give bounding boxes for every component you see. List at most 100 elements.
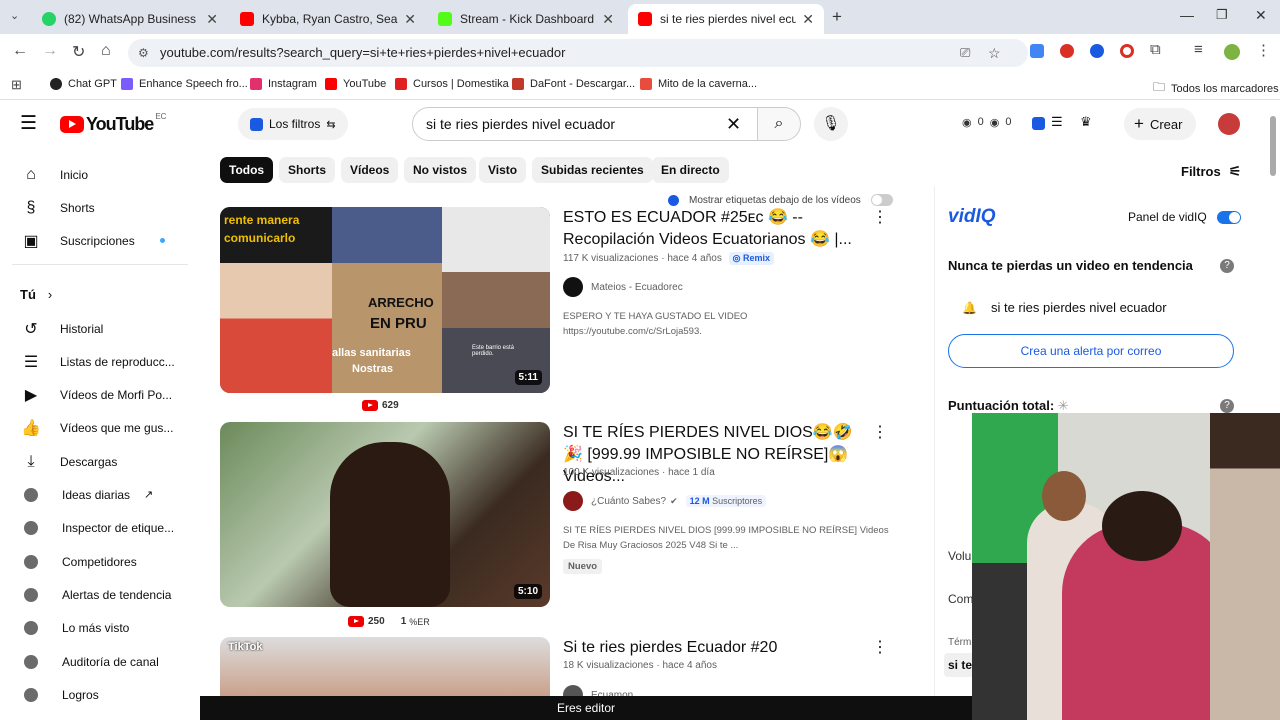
menu-icon[interactable]: ⋮ xyxy=(1256,41,1271,59)
window-close-icon[interactable]: ✕ xyxy=(1255,7,1267,24)
sliders-icon: ⚟ xyxy=(1228,163,1242,179)
apps-grid-icon[interactable]: ⊞ xyxy=(11,77,22,93)
video-title[interactable]: ESTO ES ECUADOR #25ᴇᴄ 😂 -- Recopilación … xyxy=(563,207,863,251)
sidebar-item-shorts[interactable]: § Shorts xyxy=(0,191,200,224)
sidebar-item-competidores[interactable]: Competidores xyxy=(0,545,200,578)
sidebar-item-lo-mas-visto[interactable]: Lo más visto xyxy=(0,611,200,644)
tab-youtube-search[interactable]: si te ries pierdes nivel ecuador ✕ xyxy=(628,4,824,34)
panel-toggle[interactable] xyxy=(1216,210,1241,224)
sidebar-item-inicio[interactable]: ⌂ Inicio xyxy=(0,158,200,191)
more-options-icon[interactable]: ⋮ xyxy=(872,637,888,657)
chip-visto[interactable]: Visto xyxy=(479,157,527,183)
new-tab-icon[interactable]: + xyxy=(832,7,842,27)
sidebar-item-historial[interactable]: ↺ Historial xyxy=(0,312,200,345)
sidebar-item-suscripciones[interactable]: ▣ Suscripciones xyxy=(0,224,200,257)
plus-icon: + xyxy=(1134,114,1144,133)
chip-en-directo[interactable]: En directo xyxy=(652,157,729,183)
search-button[interactable]: ⌕ xyxy=(757,107,801,141)
sidebar-item-label: Historial xyxy=(60,321,104,336)
sidebar-item-alertas[interactable]: Alertas de tendencia xyxy=(0,578,200,611)
forward-icon[interactable]: → xyxy=(42,42,58,60)
reload-icon[interactable]: ↻ xyxy=(72,42,85,62)
youtube-logo[interactable]: YouTube EC xyxy=(60,112,166,135)
video-title[interactable]: Si te ries pierdes Ecuador #20 xyxy=(563,637,863,659)
filters-button[interactable]: Los filtros ⇆ xyxy=(238,108,348,140)
video-thumbnail[interactable]: rente manera comunicarlo ARRECHO EN PRU … xyxy=(220,207,550,393)
scrollbar-thumb[interactable] xyxy=(1270,116,1276,176)
chip-videos[interactable]: Vídeos xyxy=(341,157,399,183)
bookmark-youtube[interactable]: YouTube xyxy=(325,78,386,90)
extension-icon[interactable] xyxy=(1060,44,1074,58)
bookmark-mito[interactable]: Mito de la caverna... xyxy=(640,78,757,90)
video-thumbnail[interactable]: TikTok xyxy=(220,637,550,697)
channel-link[interactable]: Mateios - Ecuadorec xyxy=(563,277,683,297)
close-icon[interactable]: ✕ xyxy=(802,11,814,28)
video-title[interactable]: SI TE RÍES PIERDES NIVEL DIOS😂🤣🎉 [999.99… xyxy=(563,422,863,488)
avatar[interactable] xyxy=(1224,44,1240,60)
tab-music[interactable]: Kybba, Ryan Castro, Sean Paul & ✕ xyxy=(230,4,426,34)
chip-shorts[interactable]: Shorts xyxy=(279,157,336,183)
sidebar-item-listas[interactable]: ☰ Listas de reproducc... xyxy=(0,345,200,378)
bookmark-enhance-speech[interactable]: Enhance Speech fro... xyxy=(121,78,248,90)
dafont-icon xyxy=(512,78,524,90)
show-tags-toggle[interactable] xyxy=(870,194,893,206)
more-options-icon[interactable]: ⋮ xyxy=(872,422,888,442)
translate-icon[interactable] xyxy=(1030,44,1044,58)
site-info-icon[interactable]: ⚙ xyxy=(138,39,149,67)
minimize-icon[interactable]: — xyxy=(1180,7,1194,23)
all-bookmarks[interactable]: 🗀 Todos los marcadores xyxy=(1153,78,1279,99)
tab-whatsapp[interactable]: (82) WhatsApp Business ✕ xyxy=(32,4,228,34)
search-input[interactable]: si te ries pierdes nivel ecuador ✕ xyxy=(412,107,758,141)
trend-keyword: si te ries pierdes nivel ecuador xyxy=(990,300,1167,315)
help-icon[interactable]: ? xyxy=(1220,399,1234,413)
hamburger-menu-icon[interactable]: ☰ xyxy=(20,112,37,135)
clear-search-icon[interactable]: ✕ xyxy=(726,108,741,140)
sidebar-item-ideas-diarias[interactable]: Ideas diarias ↗ xyxy=(0,478,200,511)
sidebar-you-header[interactable]: Tú › xyxy=(0,278,200,311)
help-icon[interactable]: ? xyxy=(1220,259,1234,273)
sidebar-item-inspector[interactable]: Inspector de etique... xyxy=(0,511,200,544)
email-alert-button[interactable]: Crea una alerta por correo xyxy=(948,334,1234,368)
create-button[interactable]: + Crear xyxy=(1124,108,1196,140)
home-icon[interactable]: ⌂ xyxy=(101,42,111,60)
sidebar-item-liked[interactable]: 👍 Vídeos que me gus... xyxy=(0,411,200,444)
channel-link[interactable]: ¿Cuánto Sabes? ✔ 12 M Suscriptores xyxy=(563,491,767,511)
sidebar-item-logros[interactable]: Logros xyxy=(0,678,200,711)
bookmark-chatgpt[interactable]: Chat GPT xyxy=(50,78,117,90)
voice-search-button[interactable]: 🎙 xyxy=(814,107,848,141)
trophy-icon[interactable]: ♛ xyxy=(1080,114,1092,130)
score-value: 629 xyxy=(382,400,399,411)
puzzle-icon[interactable]: ⧉ xyxy=(1150,41,1161,58)
close-icon[interactable]: ✕ xyxy=(404,11,416,28)
sidebar-item-auditoria[interactable]: Auditoría de canal xyxy=(0,645,200,678)
bookmark-star-icon[interactable]: ☆ xyxy=(988,39,1001,67)
back-icon[interactable]: ← xyxy=(12,42,28,60)
tab-kick[interactable]: Stream - Kick Dashboard ✕ xyxy=(428,4,624,34)
vidiq-icon[interactable] xyxy=(1032,117,1045,130)
enhance-icon xyxy=(121,78,133,90)
close-icon[interactable]: ✕ xyxy=(206,11,218,28)
record-icon[interactable] xyxy=(1120,44,1134,58)
chip-subidas-recientes[interactable]: Subidas recientes xyxy=(532,157,653,183)
bookmark-instagram[interactable]: Instagram xyxy=(250,78,317,90)
restore-icon[interactable]: ❐ xyxy=(1216,7,1228,23)
video-thumbnail[interactable]: 5:10 xyxy=(220,422,550,607)
vidiq-stats: ◉ 0 ◉ 0 xyxy=(962,116,1011,129)
filters-toggle[interactable]: Filtros ⚟ xyxy=(1181,163,1241,180)
media-icon[interactable]: ≡ xyxy=(1194,41,1203,58)
chip-no-vistos[interactable]: No vistos xyxy=(404,157,477,183)
thumbnail-text: Nostras xyxy=(352,363,393,375)
sidebar-item-descargas[interactable]: ⤓ Descargas xyxy=(0,445,200,478)
list-icon[interactable]: ☰ xyxy=(1051,114,1063,130)
bookmark-dafont[interactable]: DaFont - Descargar... xyxy=(512,78,635,90)
install-icon[interactable]: ⎚ xyxy=(960,39,970,67)
more-options-icon[interactable]: ⋮ xyxy=(872,207,888,227)
close-icon[interactable]: ✕ xyxy=(602,11,614,28)
sidebar-item-videos-morfi[interactable]: ▶ Vídeos de Morfi Po... xyxy=(0,378,200,411)
vidiq-extension-icon[interactable] xyxy=(1090,44,1104,58)
chip-todos[interactable]: Todos xyxy=(220,157,274,183)
account-avatar[interactable] xyxy=(1218,113,1240,135)
bookmark-domestika[interactable]: Cursos | Domestika xyxy=(395,78,509,90)
address-bar[interactable]: ⚙ youtube.com/results?search_query=si+te… xyxy=(128,39,1028,67)
tab-search-icon[interactable]: ⌄ xyxy=(10,9,19,22)
